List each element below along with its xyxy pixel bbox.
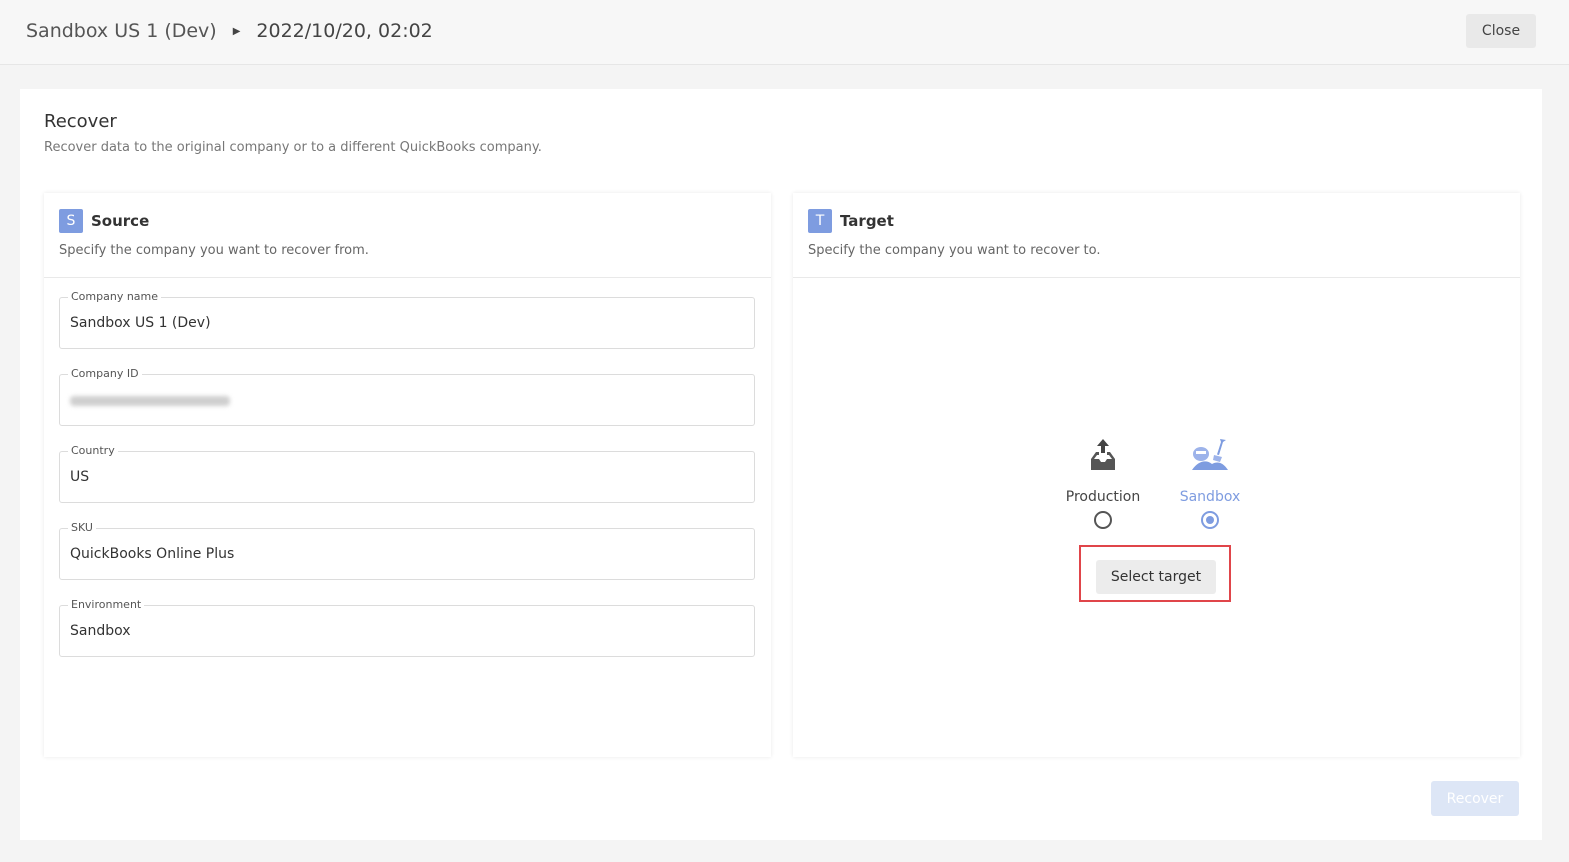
sku-field[interactable]: SKU QuickBooks Online Plus — [59, 521, 755, 580]
sandbox-option[interactable]: Sandbox — [1160, 437, 1260, 529]
country-label: Country — [68, 444, 118, 457]
close-button[interactable]: Close — [1466, 14, 1536, 48]
company-name-value: Sandbox US 1 (Dev) — [70, 315, 211, 331]
sku-label: SKU — [68, 521, 96, 534]
breadcrumb-company[interactable]: Sandbox US 1 (Dev) — [26, 20, 217, 42]
production-label: Production — [1065, 489, 1141, 505]
company-name-label: Company name — [68, 290, 162, 303]
target-card-header: T Target Specify the company you want to… — [793, 193, 1520, 278]
page-title: Recover — [44, 111, 117, 132]
recover-panel: Recover Recover data to the original com… — [20, 89, 1542, 840]
production-option[interactable]: Production — [1053, 437, 1153, 529]
environment-field[interactable]: Environment Sandbox — [59, 598, 755, 657]
source-title: Source — [91, 212, 150, 230]
source-card-header: S Source Specify the company you want to… — [44, 193, 771, 278]
environment-value: Sandbox — [70, 623, 131, 639]
company-id-redacted — [70, 396, 230, 406]
recover-button[interactable]: Recover — [1431, 781, 1519, 816]
company-id-field[interactable]: Company ID — [59, 367, 755, 426]
select-target-button[interactable]: Select target — [1096, 560, 1216, 594]
source-card: S Source Specify the company you want to… — [44, 193, 771, 757]
sandbox-shovel-icon — [1160, 437, 1260, 477]
breadcrumb: Sandbox US 1 (Dev) ▶ 2022/10/20, 02:02 — [26, 20, 433, 42]
sandbox-radio[interactable] — [1201, 511, 1219, 529]
country-value: US — [70, 469, 90, 485]
environment-label: Environment — [68, 598, 145, 611]
country-field[interactable]: Country US — [59, 444, 755, 503]
breadcrumb-date: 2022/10/20, 02:02 — [256, 20, 433, 42]
page-subtitle: Recover data to the original company or … — [44, 140, 542, 155]
top-bar: Sandbox US 1 (Dev) ▶ 2022/10/20, 02:02 C… — [0, 0, 1569, 65]
target-card: T Target Specify the company you want to… — [793, 193, 1520, 757]
company-name-field[interactable]: Company name Sandbox US 1 (Dev) — [59, 290, 755, 349]
chevron-right-icon: ▶ — [232, 25, 241, 37]
target-description: Specify the company you want to recover … — [808, 243, 1101, 258]
source-badge: S — [59, 209, 83, 233]
inbox-upload-icon — [1053, 437, 1153, 477]
production-radio[interactable] — [1094, 511, 1112, 529]
target-badge: T — [808, 209, 832, 233]
target-title: Target — [840, 212, 894, 230]
sandbox-label: Sandbox — [1179, 489, 1241, 505]
sku-value: QuickBooks Online Plus — [70, 546, 235, 562]
company-id-label: Company ID — [68, 367, 142, 380]
source-description: Specify the company you want to recover … — [59, 243, 369, 258]
